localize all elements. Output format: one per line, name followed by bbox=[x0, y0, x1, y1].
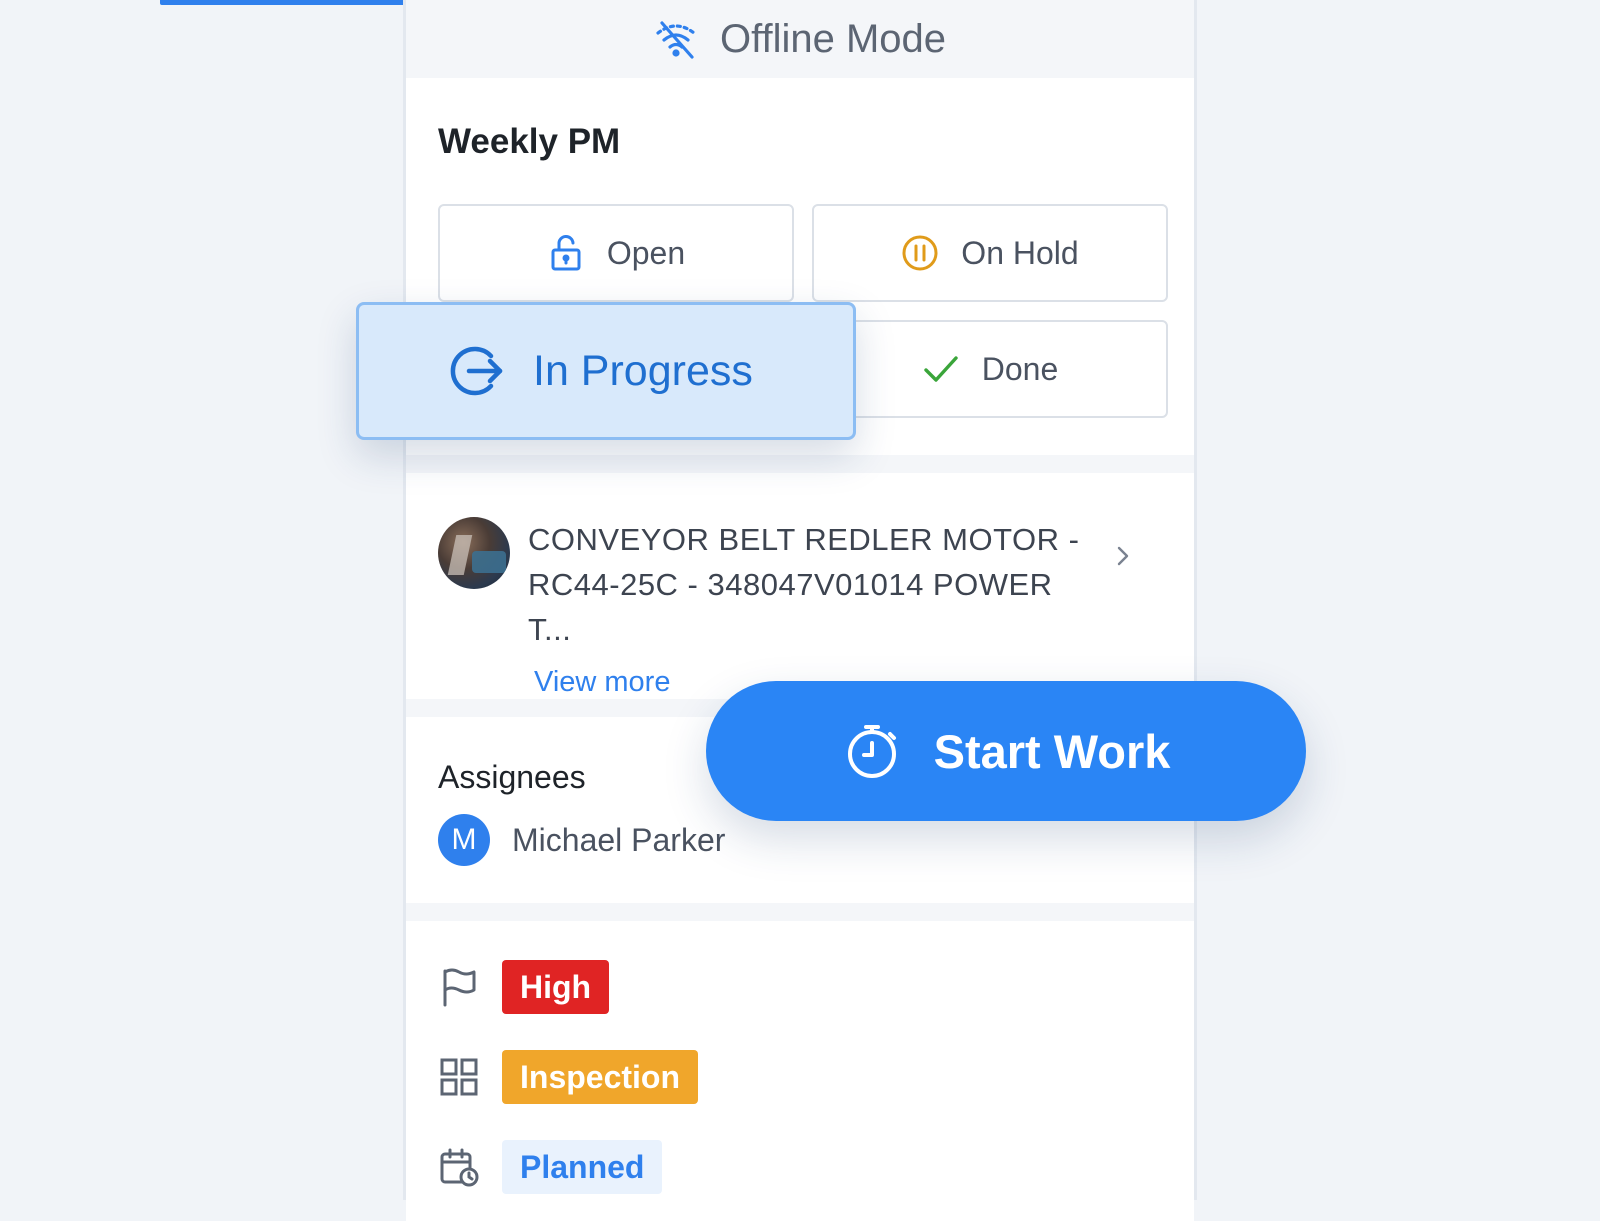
asset-name-line-2: RC44-25C - 348047V01014 POWER T... bbox=[528, 567, 1053, 647]
avatar: M bbox=[438, 814, 490, 866]
progress-arrow-icon bbox=[450, 346, 503, 396]
status-open-label: Open bbox=[606, 234, 686, 271]
status-done-button[interactable]: Done bbox=[812, 320, 1168, 418]
category-badge: Inspection bbox=[502, 1050, 699, 1104]
asset-name-line-1: CONVEYOR BELT REDLER MOTOR - bbox=[528, 522, 1080, 557]
priority-row[interactable]: High bbox=[438, 959, 1162, 1015]
type-badge: Planned bbox=[502, 1140, 663, 1194]
status-open-button[interactable]: Open bbox=[438, 204, 794, 302]
status-done-label: Done bbox=[981, 350, 1059, 387]
start-work-label: Start Work bbox=[933, 724, 1171, 778]
asset-card[interactable]: CONVEYOR BELT REDLER MOTOR - RC44-25C - … bbox=[406, 473, 1194, 699]
flag-icon bbox=[443, 968, 476, 1007]
offline-banner: Offline Mode bbox=[406, 0, 1194, 78]
calendar-clock-icon bbox=[440, 1148, 479, 1187]
asset-thumbnail bbox=[438, 517, 510, 589]
chevron-right-icon[interactable] bbox=[1112, 545, 1134, 567]
details-card: High Inspection Planned bbox=[406, 921, 1194, 1221]
work-order-title: Weekly PM bbox=[438, 122, 621, 161]
grid-icon bbox=[440, 1058, 478, 1096]
assignee-item[interactable]: M Michael Parker bbox=[438, 814, 1162, 866]
work-order-screen: Offline Mode Weekly PM Open On Hold Done… bbox=[403, 0, 1197, 1221]
status-in-progress-button[interactable]: In Progress bbox=[356, 302, 856, 440]
checkmark-icon bbox=[924, 356, 958, 382]
stopwatch-icon bbox=[847, 725, 896, 778]
status-on-hold-label: On Hold bbox=[961, 234, 1079, 271]
offline-label: Offline Mode bbox=[719, 16, 947, 61]
start-work-button[interactable]: Start Work bbox=[706, 681, 1306, 821]
priority-badge: High bbox=[502, 960, 610, 1014]
wifi-off-icon bbox=[656, 21, 696, 59]
pause-circle-icon bbox=[902, 235, 938, 271]
assignee-name: Michael Parker bbox=[512, 821, 726, 858]
category-row[interactable]: Inspection bbox=[438, 1049, 1162, 1105]
type-row[interactable]: Planned bbox=[438, 1139, 1162, 1195]
unlock-icon bbox=[551, 235, 581, 271]
status-in-progress-label: In Progress bbox=[533, 346, 753, 395]
status-on-hold-button[interactable]: On Hold bbox=[812, 204, 1168, 302]
